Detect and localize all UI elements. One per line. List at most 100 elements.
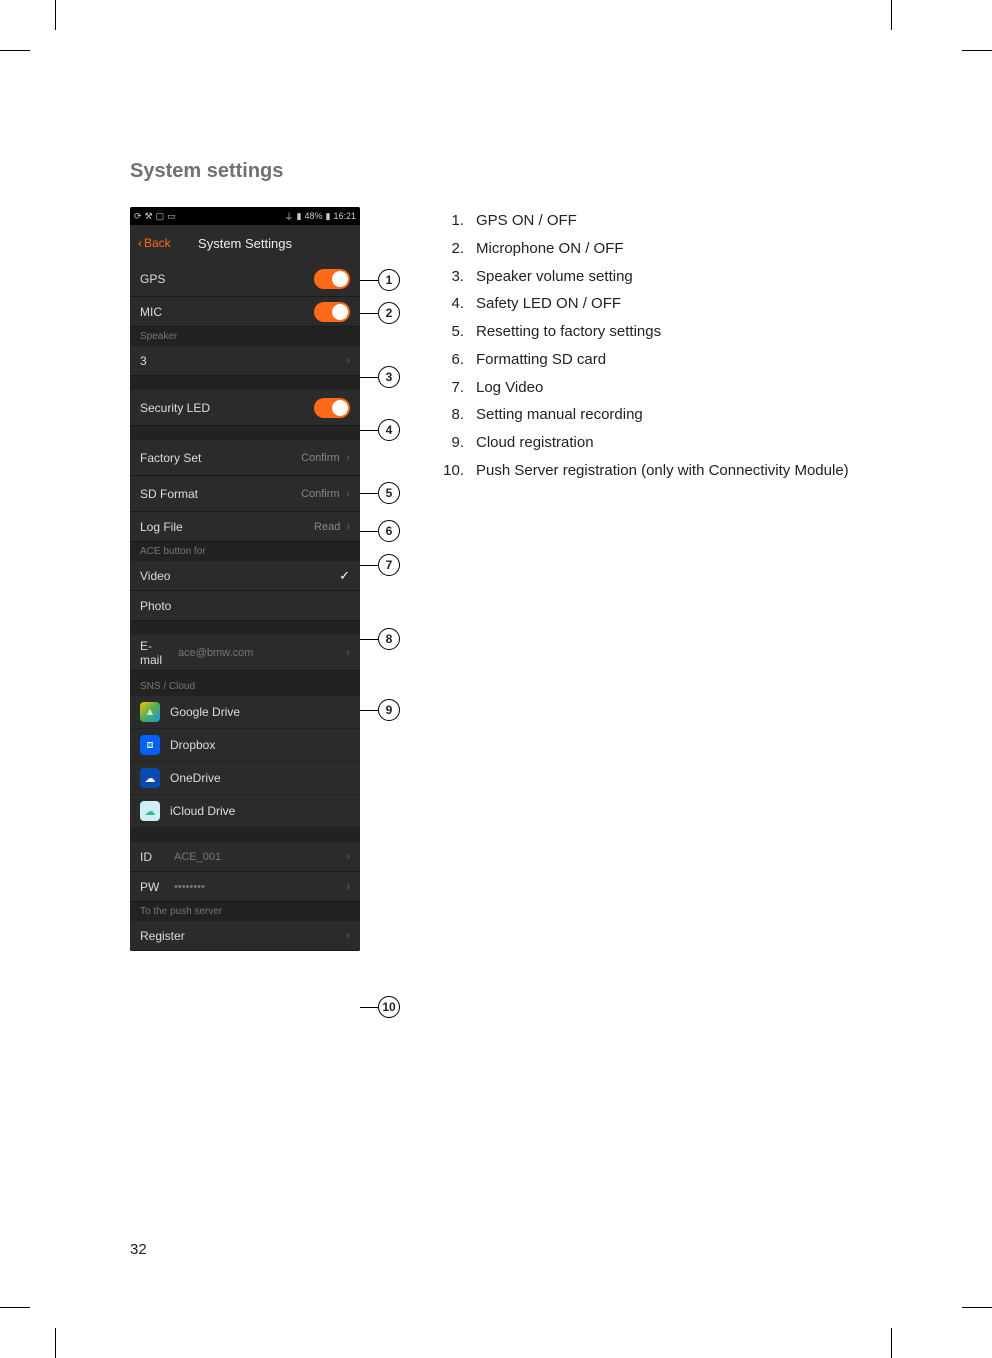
dropbox-label: Dropbox [170, 738, 215, 752]
row-gps[interactable]: GPS [130, 261, 360, 297]
connector [360, 565, 378, 566]
chevron-right-icon: › [346, 881, 350, 893]
chevron-right-icon: › [346, 521, 350, 533]
row-pw[interactable]: PW •••••••• › [130, 872, 360, 902]
image-icon: ▢ [156, 211, 165, 222]
clock: 16:21 [333, 211, 356, 221]
row-register[interactable]: Register › [130, 921, 360, 951]
legend-item: 6.Formatting SD card [440, 346, 849, 374]
legend-item: 3.Speaker volume setting [440, 263, 849, 291]
row-google-drive[interactable]: ▲ Google Drive [130, 696, 360, 729]
crop-mark [55, 0, 56, 30]
row-video[interactable]: Video ✓ [130, 561, 360, 591]
pw-label: PW [140, 880, 164, 894]
row-email[interactable]: E-mail ace@bmw.com › [130, 635, 360, 671]
chevron-right-icon: › [346, 488, 350, 500]
row-sd-format[interactable]: SD Format Confirm › [130, 476, 360, 512]
connector [360, 280, 378, 281]
video-label: Video [140, 569, 170, 583]
security-led-toggle[interactable] [314, 398, 350, 418]
legend-item: 4.Safety LED ON / OFF [440, 290, 849, 318]
gps-label: GPS [140, 272, 165, 286]
security-led-label: Security LED [140, 401, 210, 415]
icloud-label: iCloud Drive [170, 804, 235, 818]
photo-label: Photo [140, 599, 171, 613]
crop-mark [962, 50, 992, 51]
register-label: Register [140, 929, 185, 943]
onedrive-icon: ☁ [140, 768, 160, 788]
email-value: ace@bmw.com [170, 647, 340, 659]
status-bar: ⟳ ⚒ ▢ ▭ ⏚ ▮ 48% ▮ 16:21 [130, 207, 360, 225]
connector [360, 531, 378, 532]
chevron-right-icon: › [346, 647, 350, 659]
log-file-value: Read [314, 521, 340, 533]
push-server-header: To the push server [130, 902, 360, 921]
speaker-value: 3 [140, 354, 147, 368]
sns-cloud-header: SNS / Cloud [130, 671, 360, 696]
callout-10: 10 [378, 996, 400, 1018]
factory-set-value: Confirm [300, 452, 340, 464]
callout-3: 3 [378, 366, 400, 388]
chevron-right-icon: › [346, 355, 350, 367]
crop-mark [0, 50, 30, 51]
row-security-led[interactable]: Security LED [130, 390, 360, 426]
connector [360, 639, 378, 640]
id-label: ID [140, 850, 164, 864]
row-mic[interactable]: MIC [130, 297, 360, 327]
connector [360, 493, 378, 494]
row-dropbox[interactable]: ⧈ Dropbox [130, 729, 360, 762]
chevron-right-icon: › [346, 452, 350, 464]
legend-item: 7.Log Video [440, 374, 849, 402]
connector [360, 313, 378, 314]
crop-mark [55, 1328, 56, 1358]
nav-title: System Settings [130, 236, 360, 251]
row-icloud[interactable]: ☁ iCloud Drive [130, 795, 360, 828]
connector [360, 1007, 378, 1008]
log-file-label: Log File [140, 520, 183, 534]
pw-value: •••••••• [164, 881, 340, 893]
check-icon: ✓ [339, 568, 350, 584]
row-id[interactable]: ID ACE_001 › [130, 842, 360, 872]
row-speaker[interactable]: 3 › [130, 346, 360, 376]
nav-bar: ‹ Back System Settings [130, 225, 360, 261]
google-drive-icon: ▲ [140, 702, 160, 722]
battery-percent: 48% [305, 211, 323, 221]
mic-toggle[interactable] [314, 302, 350, 322]
crop-mark [962, 1307, 992, 1308]
row-photo[interactable]: Photo [130, 591, 360, 621]
row-factory-set[interactable]: Factory Set Confirm › [130, 440, 360, 476]
chevron-right-icon: › [346, 930, 350, 942]
chevron-right-icon: › [346, 851, 350, 863]
connector [360, 377, 378, 378]
speaker-header: Speaker [130, 327, 360, 346]
mic-label: MIC [140, 305, 162, 319]
sd-format-label: SD Format [140, 487, 198, 501]
dropbox-icon: ⧈ [140, 735, 160, 755]
callout-1: 1 [378, 269, 400, 291]
legend-item: 10.Push Server registration (only with C… [440, 457, 849, 485]
row-onedrive[interactable]: ☁ OneDrive [130, 762, 360, 795]
factory-set-label: Factory Set [140, 451, 201, 465]
legend-item: 2.Microphone ON / OFF [440, 235, 849, 263]
row-log-file[interactable]: Log File Read › [130, 512, 360, 542]
legend-list: 1.GPS ON / OFF 2.Microphone ON / OFF 3.S… [440, 207, 849, 951]
phone-screenshot: ⟳ ⚒ ▢ ▭ ⏚ ▮ 48% ▮ 16:21 ‹ [130, 207, 360, 951]
callout-9: 9 [378, 699, 400, 721]
card-icon: ▭ [167, 211, 176, 222]
sd-format-value: Confirm [300, 488, 340, 500]
crop-mark [891, 1328, 892, 1358]
page-number: 32 [130, 1241, 147, 1258]
connector [360, 710, 378, 711]
page-title: System settings [130, 160, 870, 183]
legend-item: 5.Resetting to factory settings [440, 318, 849, 346]
icloud-icon: ☁ [140, 801, 160, 821]
connector [360, 430, 378, 431]
ace-button-header: ACE button for [130, 542, 360, 561]
legend-item: 8.Setting manual recording [440, 401, 849, 429]
callout-4: 4 [378, 419, 400, 441]
gps-toggle[interactable] [314, 269, 350, 289]
wifi-icon: ⏚ [285, 210, 294, 223]
callout-6: 6 [378, 520, 400, 542]
tool-icon: ⚒ [145, 211, 153, 222]
callout-2: 2 [378, 302, 400, 324]
